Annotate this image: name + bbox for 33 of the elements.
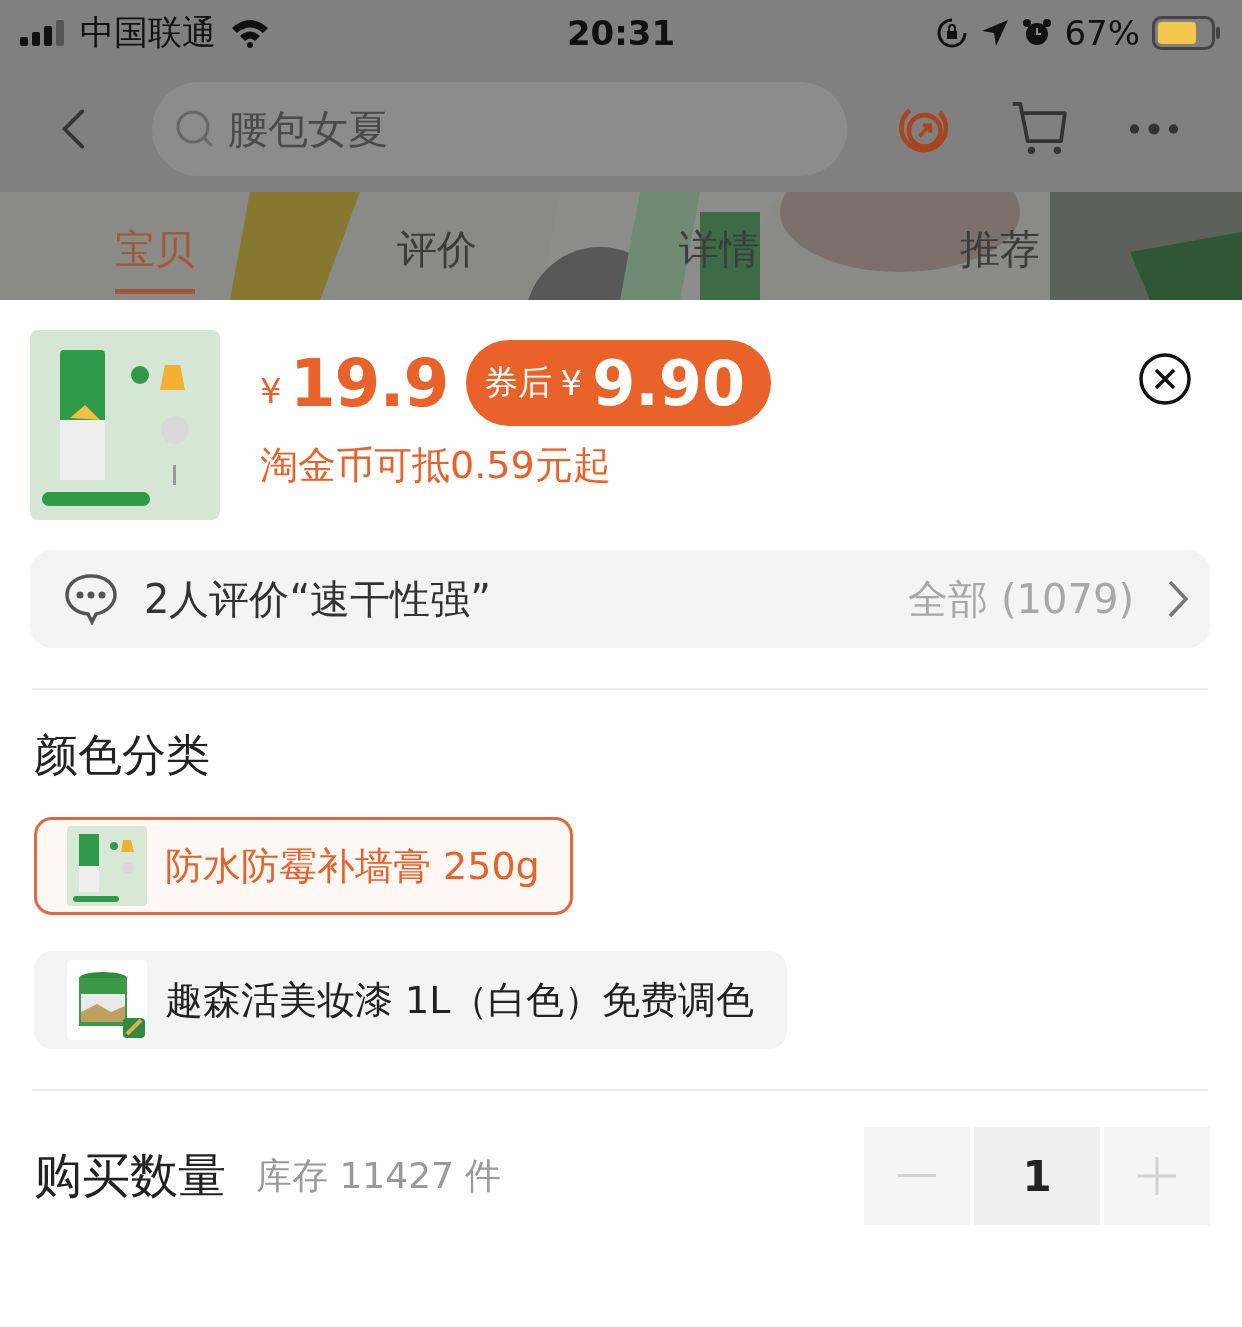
close-icon[interactable]: [1138, 352, 1192, 406]
tab[interactable]: 推荐: [960, 192, 1242, 300]
all-reviews-link[interactable]: 全部 (1079): [908, 571, 1134, 627]
review-summary-bar[interactable]: 2人评价“速干性强” 全部 (1079): [30, 550, 1210, 648]
coin-discount-note: 淘金币可抵0.59元起: [260, 442, 612, 489]
coupon-price: 9.90: [592, 346, 746, 420]
currency-symbol: ¥: [260, 371, 282, 411]
currency-symbol: ¥: [560, 363, 583, 403]
stock-count: 库存 11427 件: [256, 1153, 503, 1198]
quantity-field[interactable]: 1: [974, 1127, 1100, 1225]
search-field[interactable]: 腰包女夏: [151, 82, 847, 176]
chevron-right-icon: [1166, 579, 1190, 619]
rotation-lock-icon: [936, 17, 969, 49]
wifi-icon: [230, 18, 270, 48]
battery-percent: 67%: [1064, 13, 1140, 53]
more-icon[interactable]: [1128, 122, 1180, 136]
option-chip[interactable]: 趣森活美妆漆 1L（白色）免费调色: [34, 951, 788, 1049]
minus-icon: [898, 1174, 936, 1178]
alarm-icon: [1022, 18, 1053, 48]
battery-icon: [1152, 16, 1222, 50]
signal-icon: [20, 20, 66, 46]
carrier-name: 中国联通: [80, 11, 216, 54]
section-title: 颜色分类: [34, 728, 211, 782]
coupon-label: 券后: [484, 361, 553, 404]
option-chip[interactable]: 防水防霉补墙膏 250g: [34, 817, 573, 915]
review-summary: 2人评价“速干性强”: [144, 574, 492, 624]
clock-time: 20:31: [566, 13, 676, 53]
location-arrow-icon: [980, 18, 1011, 48]
quantity-label: 购买数量: [34, 1146, 226, 1205]
price: 19.9: [289, 344, 449, 422]
plus-icon: [1138, 1157, 1176, 1195]
chat-bubble-icon: [64, 573, 118, 625]
tab[interactable]: 评价: [396, 192, 679, 300]
